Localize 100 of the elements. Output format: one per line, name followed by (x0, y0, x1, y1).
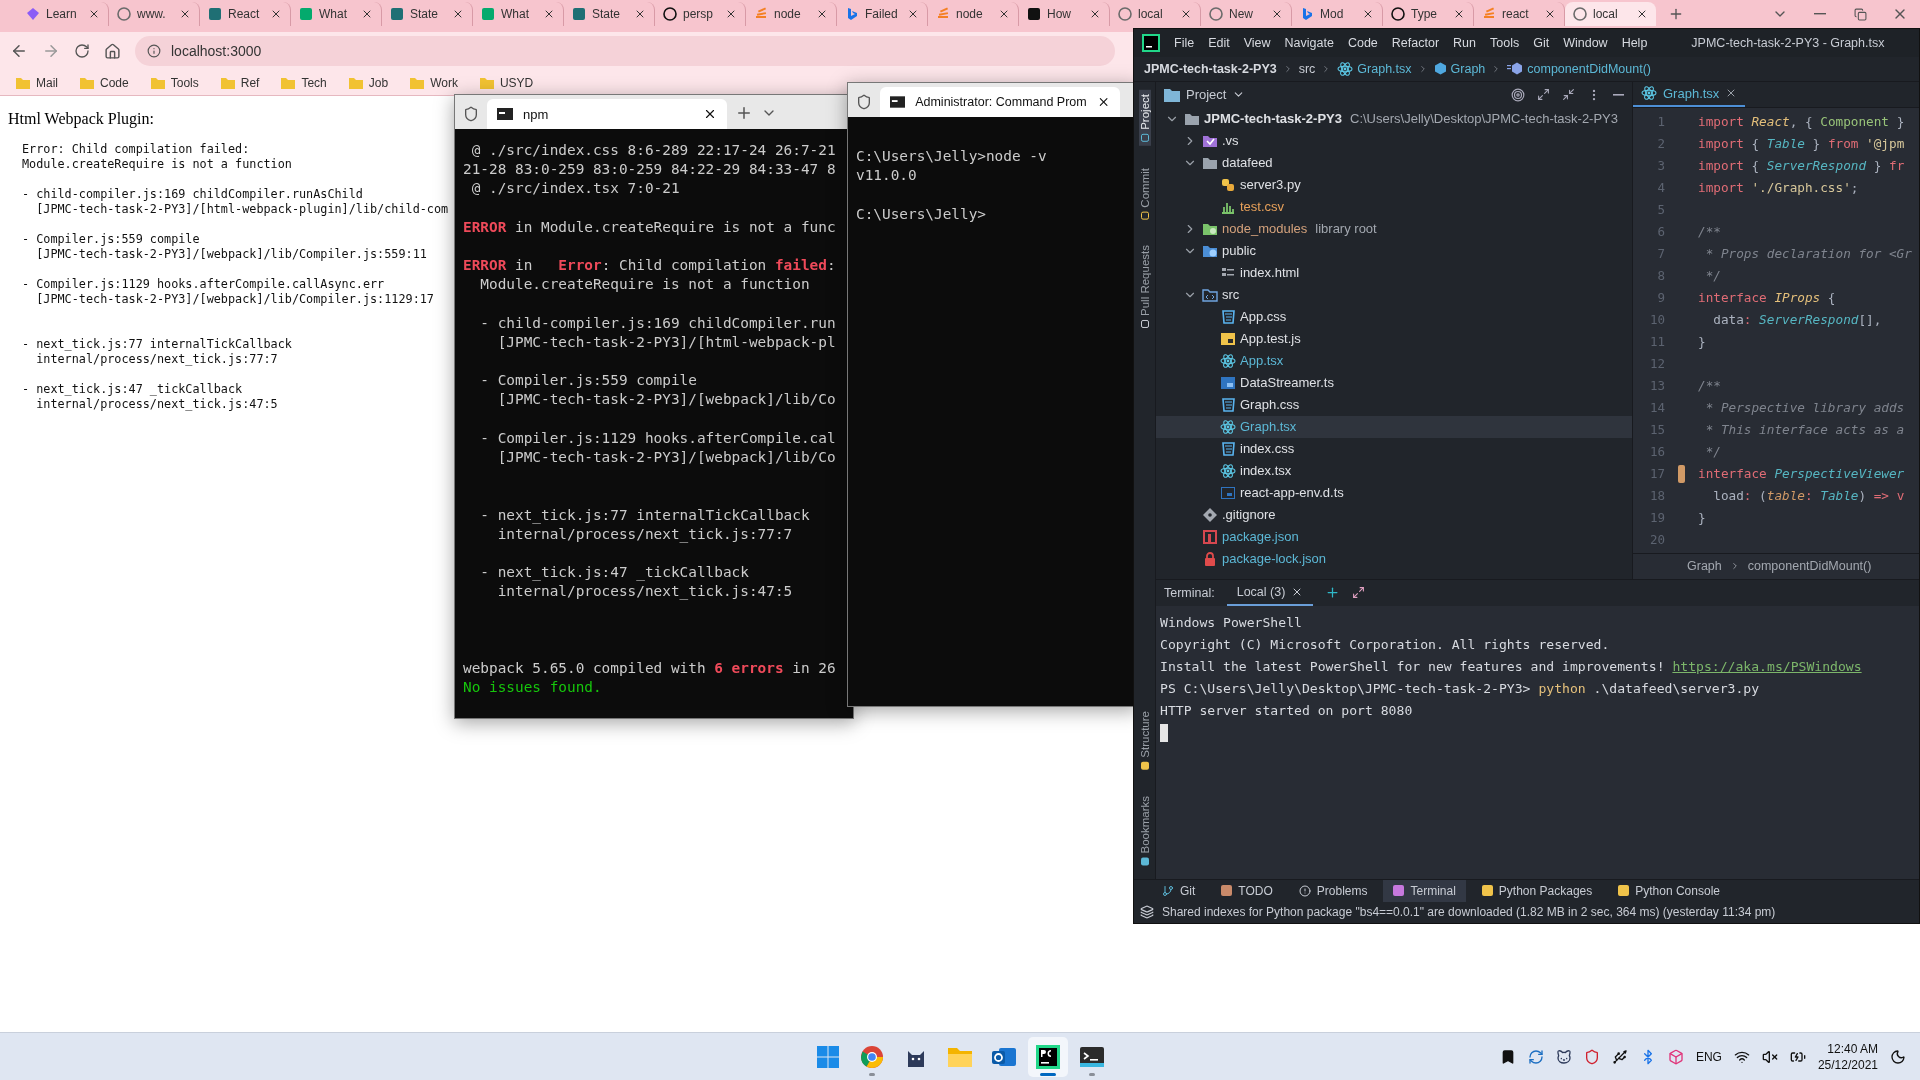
close-icon[interactable] (270, 8, 282, 20)
browser-tab[interactable]: What (473, 2, 564, 26)
bookmark-folder[interactable]: Tools (150, 75, 199, 90)
tree-item[interactable]: .vs (1156, 129, 1632, 152)
menu-item[interactable]: Window (1563, 35, 1608, 50)
reload-icon[interactable] (74, 43, 90, 59)
language-indicator[interactable]: ENG (1695, 1049, 1722, 1064)
breadcrumb-item[interactable]: src (1298, 61, 1316, 76)
side-tool-tab[interactable]: Project (1138, 89, 1151, 146)
tool-window-tab[interactable]: Git (1152, 879, 1206, 902)
target-icon[interactable] (1511, 87, 1525, 102)
close-icon[interactable] (1544, 8, 1556, 20)
close-icon[interactable] (634, 8, 646, 20)
menu-item[interactable]: Code (1347, 35, 1378, 50)
close-icon[interactable] (1271, 8, 1283, 20)
tree-item[interactable]: App.test.js (1156, 327, 1632, 350)
side-tool-tab[interactable]: Pull Requests (1138, 241, 1151, 333)
close-icon[interactable] (452, 8, 464, 20)
tree-item[interactable]: public (1156, 239, 1632, 262)
breadcrumb-item[interactable]: Graph.tsx (1337, 60, 1412, 77)
tree-item[interactable]: App.tsx (1156, 349, 1632, 372)
link[interactable]: https://aka.ms/PSWindows (1672, 658, 1862, 674)
close-icon[interactable] (361, 8, 373, 20)
menu-item[interactable]: Run (1453, 35, 1476, 50)
tool-window-tab[interactable]: Python Console (1608, 879, 1730, 902)
tree-item[interactable]: DataStreamer.ts (1156, 371, 1632, 394)
tool-window-tab[interactable]: Python Packages (1471, 879, 1603, 902)
tree-item[interactable]: Graph.tsx (1156, 415, 1632, 438)
bookmark-folder[interactable]: Mail (16, 75, 58, 90)
close-icon[interactable] (88, 8, 100, 20)
layers-icon[interactable] (1140, 905, 1154, 920)
shield-icon[interactable] (856, 94, 872, 110)
browser-tab[interactable]: How (1019, 2, 1110, 26)
browser-tab[interactable]: State (382, 2, 473, 26)
close-icon[interactable] (543, 8, 555, 20)
breadcrumb-item[interactable]: componentDidMount() (1747, 559, 1872, 574)
bookmark-folder[interactable]: Tech (281, 75, 327, 90)
browser-tab[interactable]: local (1110, 2, 1201, 26)
tree-item[interactable]: test.csv (1156, 195, 1632, 218)
browser-tab[interactable]: node (746, 2, 837, 26)
browser-tab[interactable]: node (928, 2, 1019, 26)
bookmark-folder[interactable]: USYD (479, 75, 534, 90)
bookmark-folder[interactable]: Job (348, 75, 389, 90)
menu-item[interactable]: Refactor (1391, 35, 1440, 50)
collapse-icon[interactable] (1562, 88, 1575, 102)
close-icon[interactable] (907, 8, 919, 20)
shield-icon[interactable] (463, 106, 479, 122)
close-icon[interactable] (1636, 8, 1648, 20)
menu-item[interactable]: Tools (1490, 35, 1520, 50)
session-tab[interactable]: Local (3) (1226, 579, 1314, 606)
bookmark-folder[interactable]: Code (80, 75, 129, 90)
menu-item[interactable]: View (1243, 35, 1271, 50)
sync-icon[interactable] (1527, 1048, 1544, 1065)
breadcrumb-item[interactable]: Graph (1433, 61, 1486, 76)
taskbar-button[interactable] (1028, 1036, 1068, 1077)
tree-item[interactable]: package-lock.json (1156, 547, 1632, 570)
browser-tab[interactable]: Learn (18, 2, 109, 26)
new-tab-icon[interactable] (735, 104, 753, 122)
new-tab-icon[interactable] (1325, 585, 1341, 601)
tree-item[interactable]: index.tsx (1156, 459, 1632, 482)
browser-tab[interactable]: React (200, 2, 291, 26)
browser-tab[interactable]: www. (109, 2, 200, 26)
browser-tab[interactable]: Type (1383, 2, 1474, 26)
tool-window-tab[interactable]: Terminal (1383, 879, 1466, 902)
tree-item[interactable]: package.json (1156, 525, 1632, 548)
usb-icon[interactable] (1611, 1048, 1628, 1065)
hide-icon[interactable] (1613, 93, 1624, 96)
tree-item[interactable]: Graph.css (1156, 393, 1632, 416)
side-tool-tab[interactable]: Commit (1138, 163, 1151, 224)
breadcrumb-item[interactable]: Graph (1687, 559, 1722, 574)
expand-icon[interactable] (1352, 586, 1366, 600)
back-icon[interactable] (10, 42, 28, 60)
tree-item[interactable]: react-app-env.d.ts (1156, 481, 1632, 504)
window-tab[interactable]: npm (487, 99, 727, 129)
breadcrumb-item[interactable]: componentDidMount() (1507, 61, 1651, 76)
tree-item[interactable]: App.css (1156, 305, 1632, 328)
close-icon[interactable] (1089, 8, 1101, 20)
menu-item[interactable]: Edit (1208, 35, 1230, 50)
close-icon[interactable] (1362, 8, 1374, 20)
browser-tab[interactable]: New (1201, 2, 1292, 26)
close-icon[interactable] (816, 8, 828, 20)
tree-item[interactable]: JPMC-tech-task-2-PY3 C:\Users\Jelly\Desktop\JPMC-tech-task-2-PY3 (1156, 107, 1632, 130)
close-icon[interactable] (725, 8, 737, 20)
browser-tab[interactable]: Mod (1292, 2, 1383, 26)
panel-title[interactable]: Project (1164, 87, 1246, 103)
address-field[interactable]: localhost:3000 (135, 36, 1115, 66)
close-icon[interactable] (179, 8, 191, 20)
tool-window-tab[interactable]: Problems (1288, 879, 1378, 902)
tree-item[interactable]: node_modules library root (1156, 217, 1632, 240)
browser-tab[interactable]: State (564, 2, 655, 26)
menu-item[interactable]: File (1174, 35, 1195, 50)
tree-item[interactable]: datafeed (1156, 151, 1632, 174)
cube-icon[interactable] (1667, 1048, 1684, 1065)
breadcrumb-item[interactable]: JPMC-tech-task-2-PY3 (1144, 61, 1277, 76)
menu-item[interactable]: Help (1621, 35, 1648, 50)
tree-item[interactable]: .gitignore (1156, 503, 1632, 526)
home-icon[interactable] (104, 42, 121, 60)
bookmark-folder[interactable]: Work (410, 75, 458, 90)
tree-item[interactable]: src (1156, 283, 1632, 306)
moon-icon[interactable] (1890, 1048, 1906, 1065)
